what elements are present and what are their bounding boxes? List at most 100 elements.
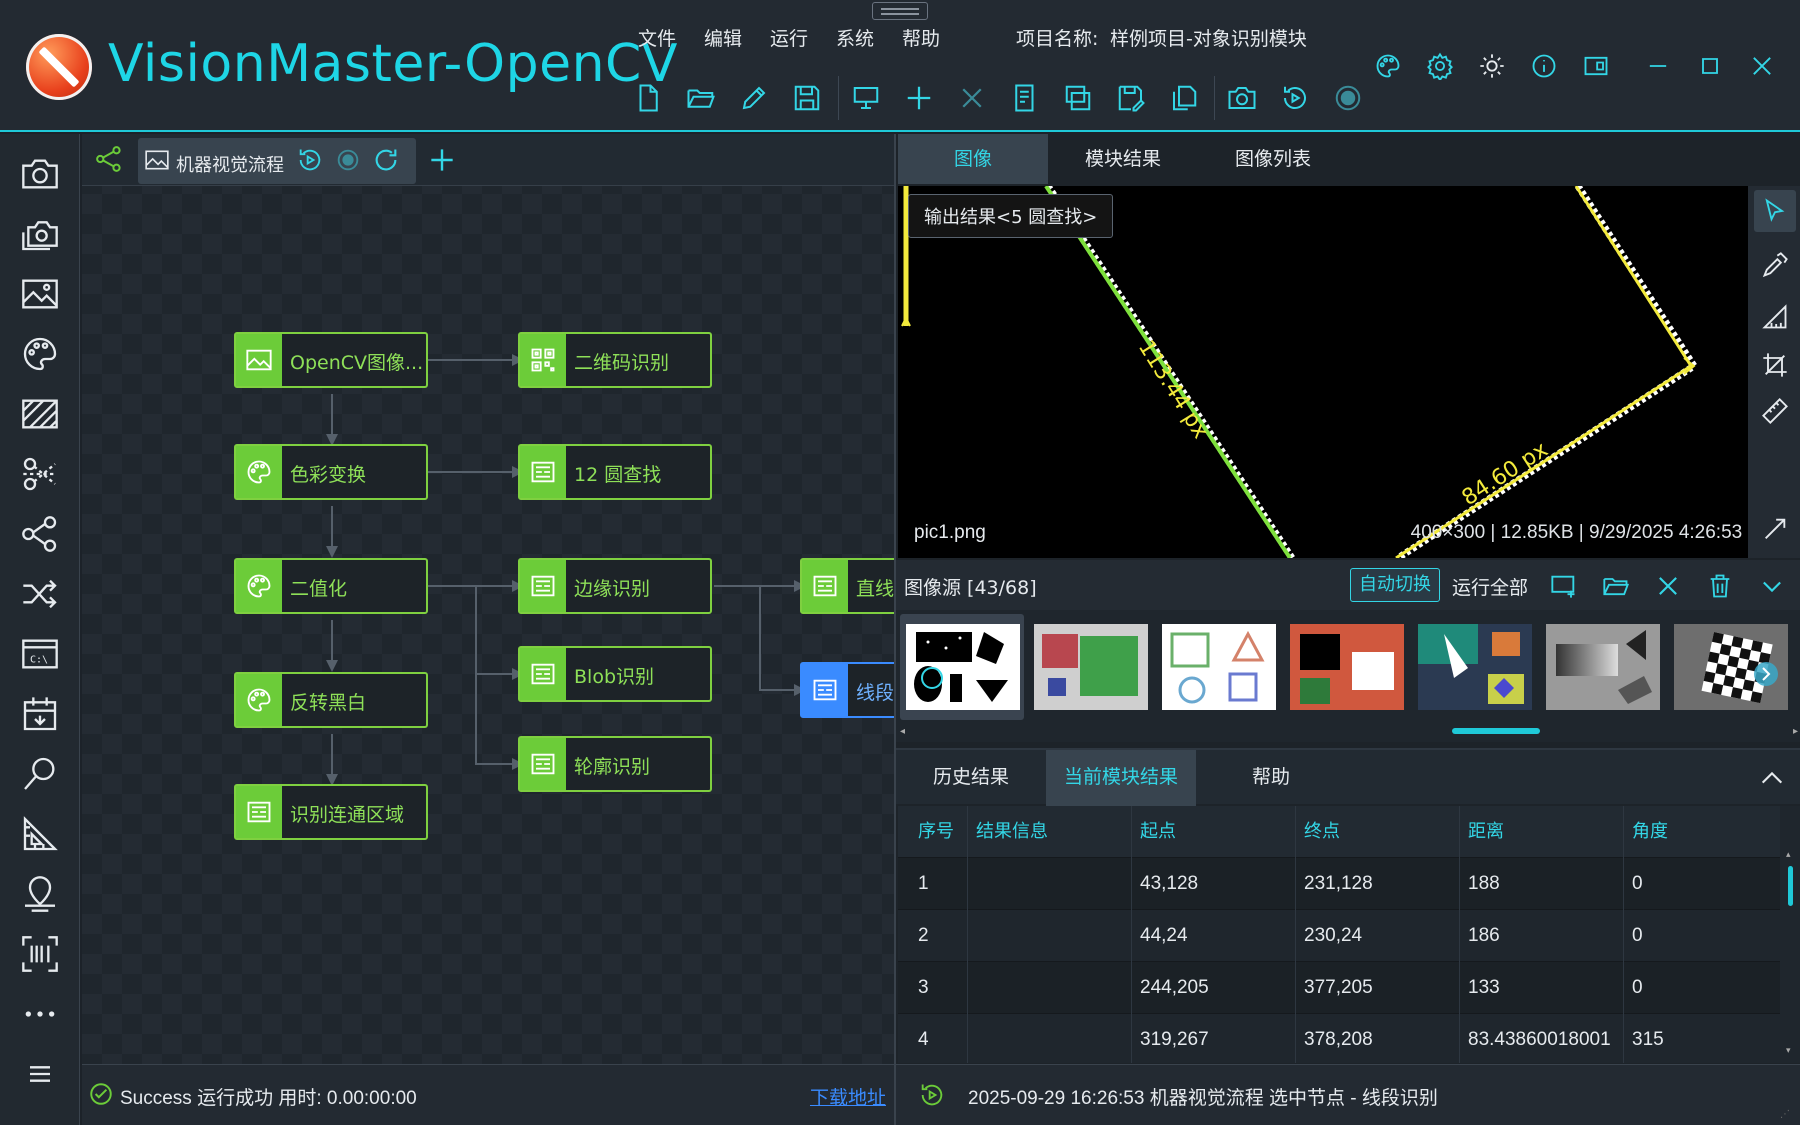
thumbnail[interactable]	[906, 624, 1020, 710]
minimize-icon[interactable]	[1640, 48, 1676, 84]
theme-icon[interactable]	[1474, 48, 1510, 84]
pattern-icon[interactable]	[18, 392, 62, 436]
record-icon[interactable]	[1330, 80, 1366, 116]
table-row[interactable]: 3 244,205 377,205 133 0	[898, 962, 1780, 1014]
measure-area-icon[interactable]	[1754, 296, 1796, 338]
palette-icon[interactable]	[1370, 48, 1406, 84]
tab-current-module-results[interactable]: 当前模块结果	[1046, 750, 1196, 806]
chevron-down-icon[interactable]	[1756, 570, 1788, 602]
menu-file[interactable]: 文件	[638, 24, 676, 51]
thumbnail-scrollbar[interactable]: ◂ ▸	[896, 724, 1800, 740]
menu-help[interactable]: 帮助	[902, 24, 940, 51]
expand-icon[interactable]	[1754, 508, 1796, 550]
flow-node-opencv-image[interactable]: OpenCV图像...	[234, 332, 428, 388]
thumbnail[interactable]	[1290, 624, 1404, 710]
thumbnail[interactable]	[1162, 624, 1276, 710]
scan-icon[interactable]	[18, 932, 62, 976]
ruler-icon[interactable]	[1754, 390, 1796, 432]
thumbnail[interactable]	[1034, 624, 1148, 710]
camera-icon[interactable]	[18, 152, 62, 196]
scroll-left-icon[interactable]: ◂	[900, 726, 905, 737]
search-icon[interactable]	[18, 752, 62, 796]
eyedropper-icon[interactable]	[1754, 244, 1796, 286]
drag-handle[interactable]	[872, 2, 928, 20]
scroll-up-icon[interactable]: ▴	[1786, 850, 1791, 860]
refresh-icon[interactable]	[372, 146, 402, 176]
scrollbar-thumb[interactable]	[1452, 728, 1540, 734]
thumbnail[interactable]	[1418, 624, 1532, 710]
run-all-button[interactable]: 运行全部	[1452, 573, 1528, 600]
menu-run[interactable]: 运行	[770, 24, 808, 51]
duplicate-icon[interactable]	[1166, 80, 1202, 116]
layout-icon[interactable]	[1578, 48, 1614, 84]
flow-node-edge-detect[interactable]: 边缘识别	[518, 558, 712, 614]
table-row[interactable]: 4 319,267 378,208 83.43860018001 315	[898, 1014, 1780, 1063]
table-row[interactable]: 2 44,24 230,24 186 0	[898, 910, 1780, 962]
settings-icon[interactable]	[1422, 48, 1458, 84]
replay-icon[interactable]	[1277, 80, 1313, 116]
pointer-icon[interactable]	[1754, 190, 1796, 232]
flow-node-segment[interactable]: 线段	[800, 662, 894, 718]
thumbnail[interactable]	[1674, 624, 1788, 710]
calendar-icon[interactable]	[18, 692, 62, 736]
image-viewer[interactable]: 113.44 px 84.60 px 输出结果<5 圆查找> pic1.png …	[898, 186, 1748, 558]
record-icon[interactable]	[334, 146, 364, 176]
add-flow-icon[interactable]	[426, 144, 458, 176]
thumbnail[interactable]	[1546, 624, 1660, 710]
replay-icon[interactable]	[918, 1081, 946, 1109]
table-scrollbar[interactable]: ▴ ▾	[1780, 806, 1800, 1063]
multi-camera-icon[interactable]	[18, 212, 62, 256]
trash-icon[interactable]	[1704, 570, 1736, 602]
chevron-up-icon[interactable]	[1758, 764, 1786, 792]
column-header[interactable]: 距离	[1460, 806, 1624, 858]
palette-icon[interactable]	[18, 332, 62, 376]
measure-icon[interactable]	[18, 812, 62, 856]
menu-edit[interactable]: 编辑	[704, 24, 742, 51]
flow-node-invert[interactable]: 反转黑白	[234, 672, 428, 728]
add-icon[interactable]	[901, 80, 937, 116]
camera-icon[interactable]	[1224, 80, 1260, 116]
column-header[interactable]: 终点	[1296, 806, 1460, 858]
save-as-icon[interactable]	[1113, 80, 1149, 116]
crop-icon[interactable]	[1754, 344, 1796, 386]
edit-icon[interactable]	[736, 80, 772, 116]
flow-node-qrcode[interactable]: 二维码识别	[518, 332, 712, 388]
flow-node-blob[interactable]: Blob识别	[518, 646, 712, 702]
tab-image[interactable]: 图像	[898, 134, 1048, 184]
column-header[interactable]: 序号	[910, 806, 968, 858]
flow-node-color-convert[interactable]: 色彩变换	[234, 444, 428, 500]
tab-image-list[interactable]: 图像列表	[1198, 134, 1348, 184]
graph-icon[interactable]	[18, 512, 62, 556]
table-row[interactable]: 1 43,128 231,128 188 0	[898, 858, 1780, 910]
flow-node-line[interactable]: 直线	[800, 558, 894, 614]
run-flow-icon[interactable]	[296, 146, 326, 176]
open-folder-icon[interactable]	[1600, 570, 1632, 602]
menu-icon[interactable]	[18, 1052, 62, 1096]
new-file-icon[interactable]	[630, 80, 666, 116]
scroll-down-icon[interactable]: ▾	[1786, 1046, 1791, 1056]
flow-node-contour[interactable]: 轮廓识别	[518, 736, 712, 792]
column-header[interactable]: 起点	[1132, 806, 1296, 858]
flow-node-binarize[interactable]: 二值化	[234, 558, 428, 614]
save-icon[interactable]	[789, 80, 825, 116]
open-folder-icon[interactable]	[683, 80, 719, 116]
close-icon[interactable]	[1652, 570, 1684, 602]
cut-icon[interactable]	[18, 452, 62, 496]
menu-system[interactable]: 系统	[836, 24, 874, 51]
monitor-icon[interactable]	[848, 80, 884, 116]
terminal-icon[interactable]: C:\	[18, 632, 62, 676]
copy-image-icon[interactable]	[1060, 80, 1096, 116]
flow-graph-icon[interactable]	[94, 144, 124, 174]
location-icon[interactable]	[18, 872, 62, 916]
scroll-right-icon[interactable]: ▸	[1793, 726, 1798, 737]
flow-tab[interactable]: 机器视觉流程	[138, 138, 416, 184]
tab-history-results[interactable]: 历史结果	[896, 750, 1046, 806]
column-header[interactable]: 结果信息	[968, 806, 1132, 858]
maximize-icon[interactable]	[1692, 48, 1728, 84]
download-link[interactable]: 下载地址	[810, 1083, 886, 1110]
more-icon[interactable]	[18, 992, 62, 1036]
resize-grip-icon[interactable]: ⋰	[1780, 1109, 1790, 1120]
flow-node-connected-regions[interactable]: 识别连通区域	[234, 784, 428, 840]
info-icon[interactable]	[1526, 48, 1562, 84]
auto-switch-button[interactable]: 自动切换	[1350, 568, 1440, 602]
